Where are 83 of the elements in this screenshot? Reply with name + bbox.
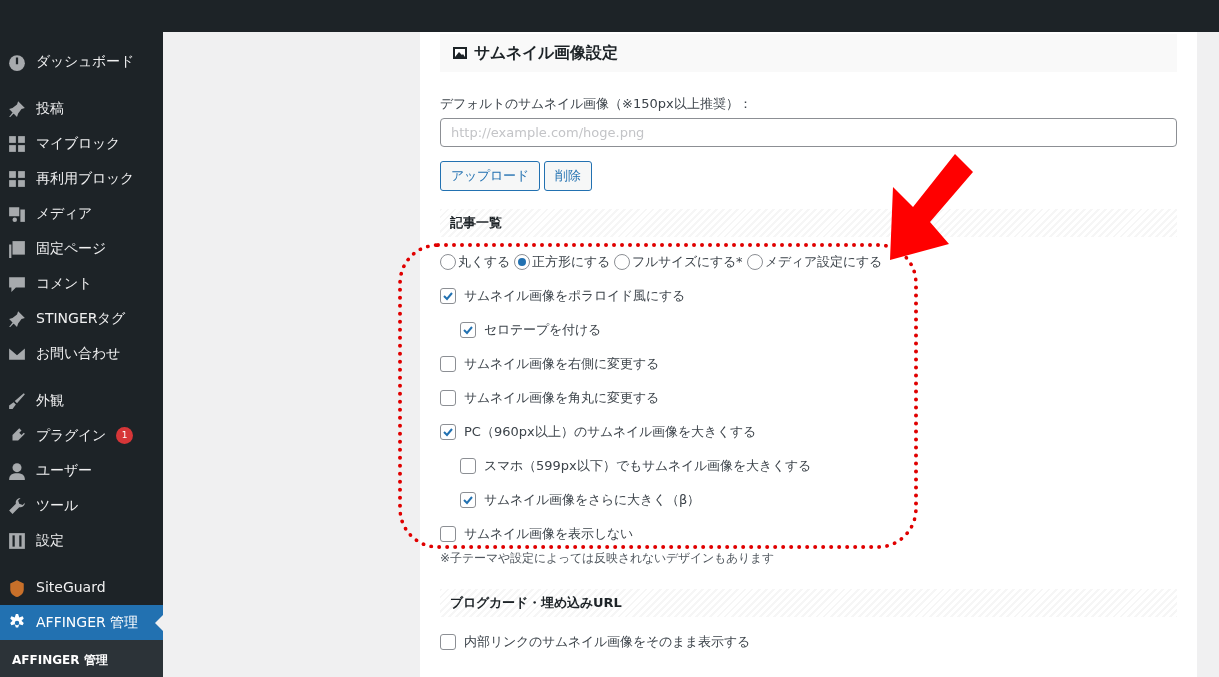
brush-icon [8, 391, 26, 410]
field-label: デフォルトのサムネイル画像（※150px以上推奨）： [440, 95, 753, 113]
sidebar-item[interactable]: プラグイン 1 [0, 418, 163, 453]
radio-button[interactable] [440, 253, 456, 270]
sidebar-item[interactable]: メディア [0, 196, 163, 231]
sidebar-item[interactable]: 外観 [0, 383, 163, 418]
sidebar-label: ダッシュボード [36, 52, 134, 71]
sidebar-label: コメント [36, 274, 92, 293]
option-label: サムネイル画像をポラロイド風にする [464, 286, 685, 305]
media-icon [8, 204, 26, 223]
checkbox[interactable] [440, 389, 456, 406]
grid-icon [8, 134, 26, 153]
sidebar-label: ツール [36, 496, 78, 515]
sidebar-label: SiteGuard [36, 578, 106, 597]
button[interactable]: 削除 [544, 160, 592, 191]
radio-label: メディア設定にする [764, 252, 882, 271]
option-label: サムネイル画像を表示しない [464, 524, 633, 543]
submenu-item[interactable]: AFFINGER 管理 [0, 640, 163, 677]
pin-icon [8, 99, 26, 118]
sidebar-item[interactable]: AFFINGER 管理 [0, 605, 163, 640]
sidebar-item[interactable]: ダッシュボード [0, 44, 163, 79]
checkbox[interactable] [440, 287, 456, 304]
sidebar-item[interactable]: お問い合わせ [0, 336, 163, 371]
gauge-icon [8, 52, 26, 71]
radio-label: 正方形にする [532, 252, 610, 271]
pin-icon [8, 309, 26, 328]
radio-button[interactable] [614, 253, 630, 270]
subsection-heading: 記事一覧 [440, 208, 1177, 237]
radio-button[interactable] [746, 253, 763, 270]
shield-icon [8, 578, 26, 597]
radio-label: 丸くする [458, 252, 510, 271]
grid-icon [8, 169, 26, 188]
current-pointer [155, 615, 163, 631]
sidebar-label: プラグイン [36, 426, 106, 445]
button[interactable]: アップロード [440, 160, 540, 191]
sidebar-item[interactable]: 設定 [0, 523, 163, 558]
note-text: ※子テーマや設定によっては反映されないデザインもあります [440, 549, 776, 567]
radio-button[interactable] [514, 253, 530, 270]
option-label: PC（960px以上）のサムネイル画像を大きくする [464, 422, 756, 441]
sliders-icon [8, 531, 26, 550]
update-count-badge: 1 [116, 427, 133, 444]
sidebar-label: 固定ページ [36, 239, 106, 258]
option-label: 内部リンクのサムネイル画像をそのまま表示する [464, 632, 750, 651]
sidebar-label: お問い合わせ [36, 344, 120, 363]
checkbox[interactable] [460, 491, 476, 508]
sidebar-item[interactable]: 固定ページ [0, 231, 163, 266]
radio-label: フルサイズにする* [632, 252, 743, 271]
sidebar-label: 設定 [36, 531, 64, 550]
option-label: サムネイル画像をさらに大きく（β） [484, 490, 701, 509]
sidebar-item[interactable]: コメント [0, 266, 163, 301]
sidebar-label: ユーザー [36, 461, 92, 480]
option-label: セロテープを付ける [484, 320, 601, 339]
sidebar-label: 再利用ブロック [36, 169, 134, 188]
checkbox[interactable] [460, 457, 476, 474]
subsection-heading: ブログカード・埋め込みURL [440, 588, 1177, 617]
pages-icon [8, 239, 26, 258]
image-icon [452, 45, 468, 61]
option-label: スマホ（599px以下）でもサムネイル画像を大きくする [484, 456, 811, 475]
sidebar-item[interactable]: ユーザー [0, 453, 163, 488]
url-input-field[interactable]: http://example.com/hoge.png [440, 117, 1177, 147]
sidebar-item[interactable]: 再利用ブロック [0, 161, 163, 196]
sidebar-item[interactable]: SiteGuard [0, 570, 163, 605]
sidebar-label: マイブロック [36, 134, 120, 153]
section-title: サムネイル画像設定 [474, 42, 618, 64]
comment-icon [8, 274, 26, 293]
checkbox[interactable] [460, 321, 476, 338]
user-icon [8, 461, 26, 480]
checkbox[interactable] [440, 423, 456, 440]
checkbox[interactable] [440, 525, 456, 542]
sidebar-label: 投稿 [36, 99, 64, 118]
sidebar-label: 外観 [36, 391, 64, 410]
sidebar-item[interactable]: ツール [0, 488, 163, 523]
sidebar-label: STINGERタグ [36, 309, 126, 328]
sidebar-item[interactable]: マイブロック [0, 126, 163, 161]
option-label: サムネイル画像を右側に変更する [464, 354, 659, 373]
wrench-icon [8, 496, 26, 515]
sidebar-item[interactable]: STINGERタグ [0, 301, 163, 336]
checkbox[interactable] [440, 633, 456, 650]
checkbox[interactable] [440, 355, 456, 372]
sidebar-label: AFFINGER 管理 [36, 613, 139, 632]
option-label: サムネイル画像を角丸に変更する [464, 388, 659, 407]
sidebar-item[interactable]: 投稿 [0, 91, 163, 126]
sidebar-label: メディア [36, 204, 92, 223]
